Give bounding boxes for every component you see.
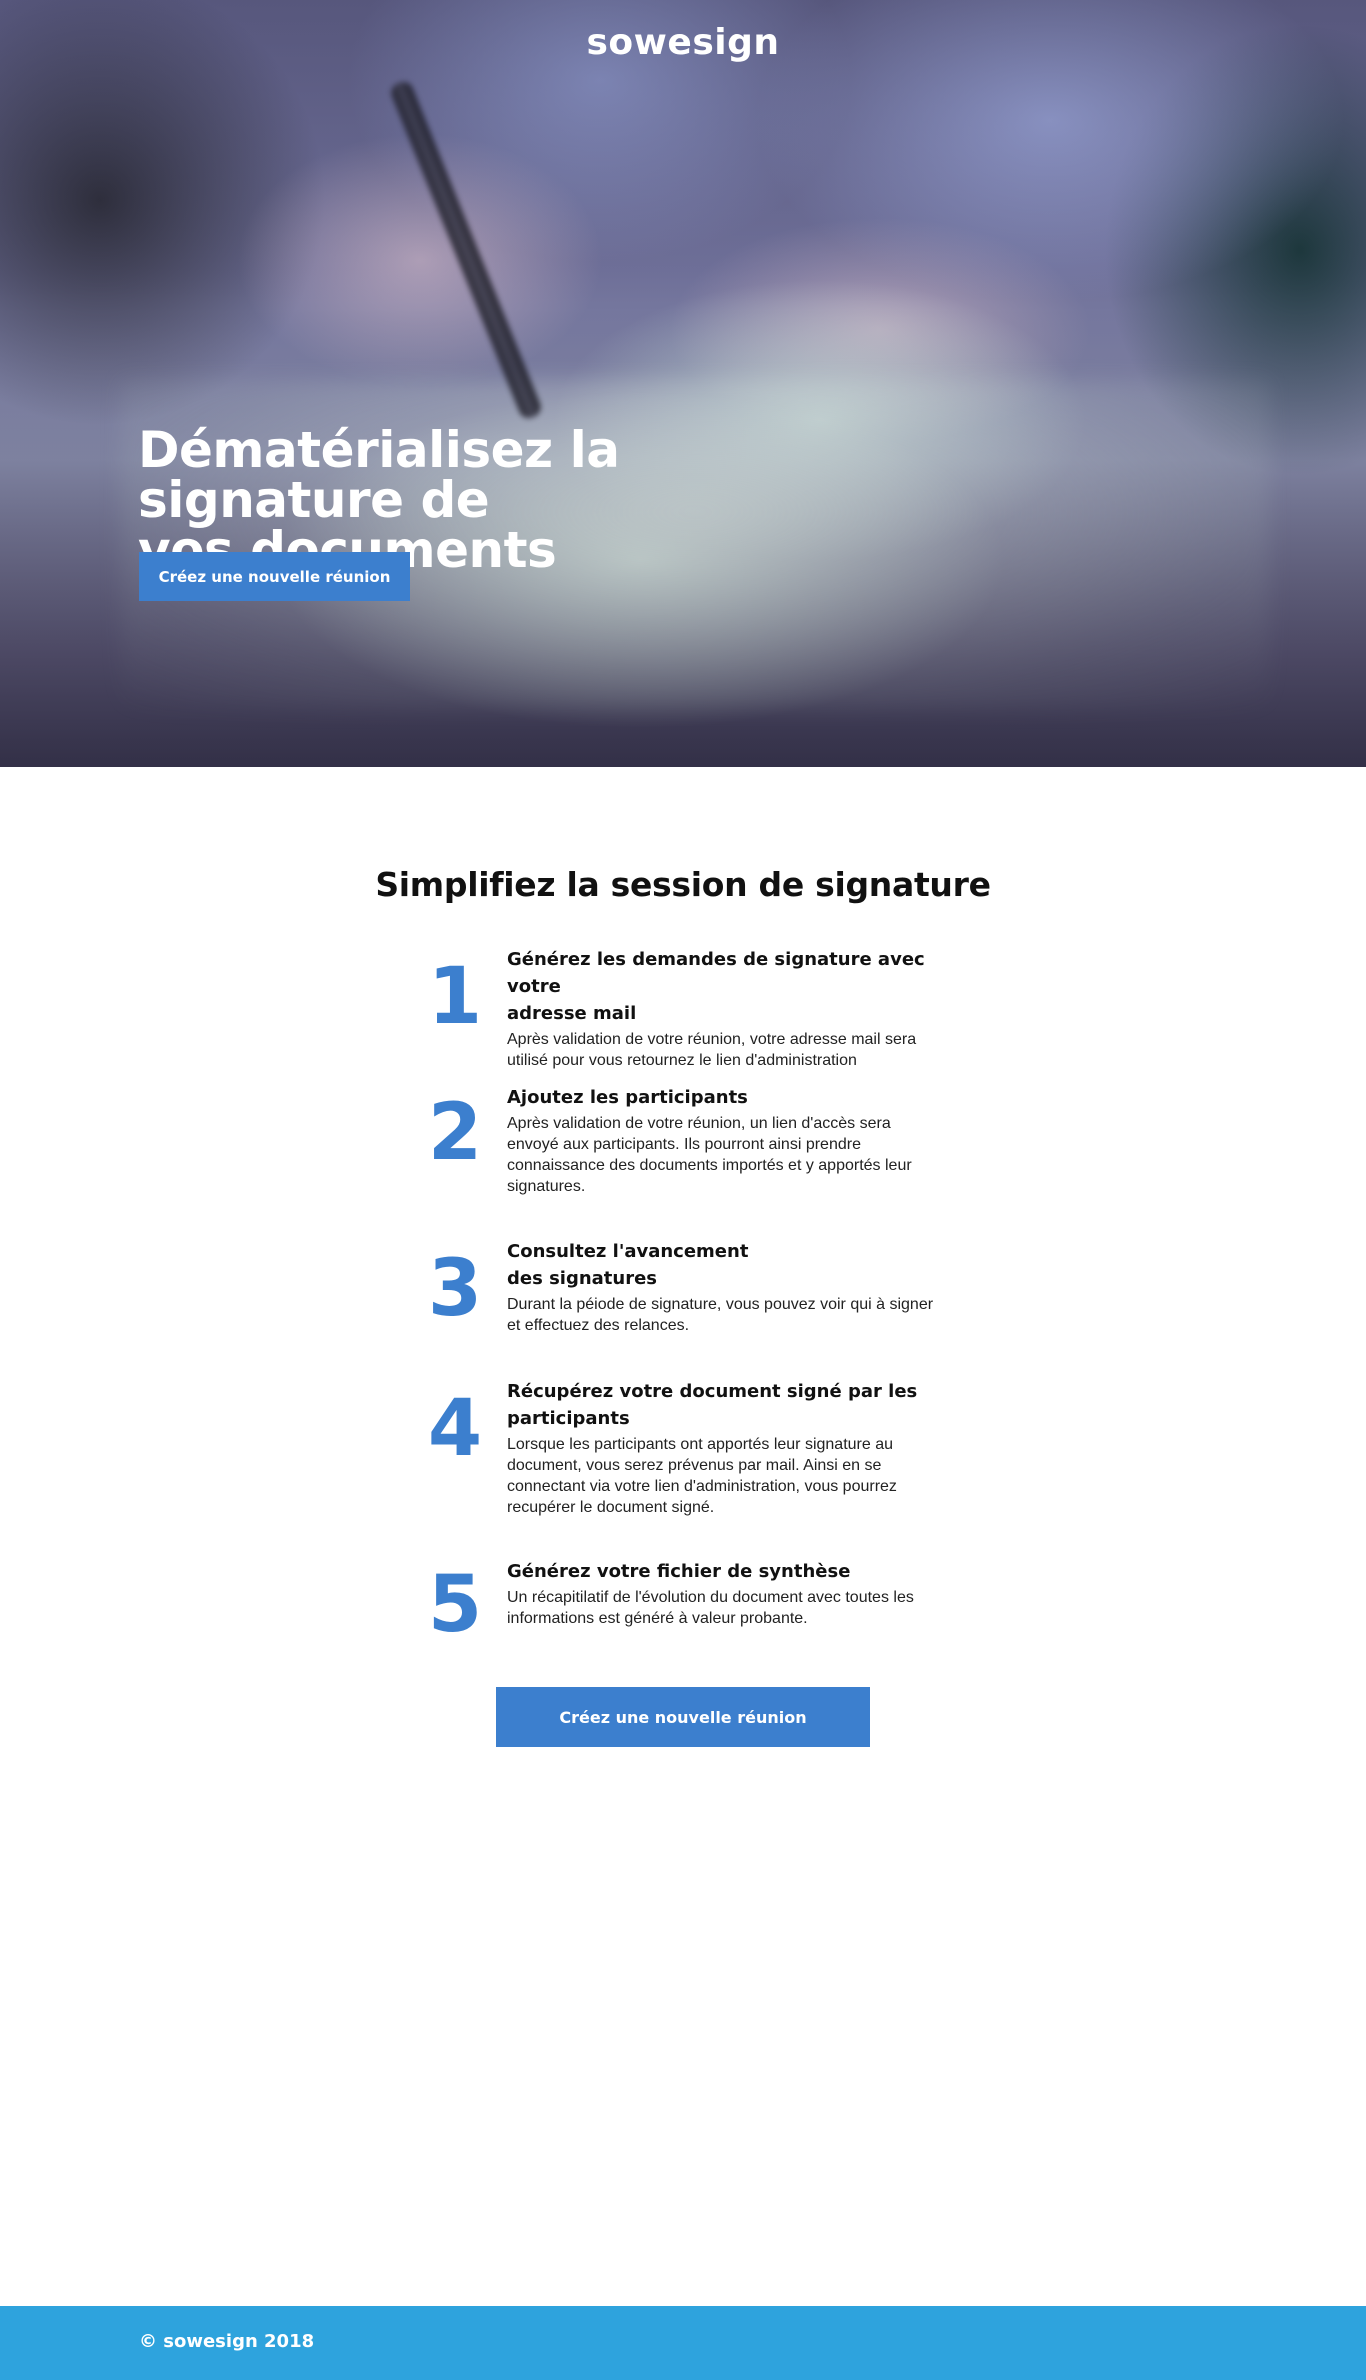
step-description-line: document, vous serez prévenus par mail. … (507, 1457, 882, 1474)
step-content: Générez votre fichier de synthèse Un réc… (507, 1558, 962, 1629)
step-description-line: connaissance des documents importés et y… (507, 1157, 912, 1174)
step-title-line: Ajoutez les participants (507, 1087, 748, 1108)
step-content: Générez les demandes de signature avec v… (507, 946, 962, 1071)
step-title: Générez les demandes de signature avec v… (507, 946, 962, 1027)
step-title: Générez votre fichier de synthèse (507, 1558, 962, 1585)
step-description-line: Après validation de votre réunion, votre… (507, 1031, 917, 1048)
step-number: 1 (427, 952, 483, 1042)
step-description-line: utilisé pour vous retournez le lien d'ad… (507, 1052, 857, 1069)
step-description-line: Un récapitilatif de l'évolution du docum… (507, 1589, 914, 1606)
step-title-line: Générez les demandes de signature avec v… (507, 949, 925, 997)
step-description-line: signatures. (507, 1178, 586, 1195)
step-description-line: Lorsque les participants ont apportés le… (507, 1436, 894, 1453)
step-title-line: participants (507, 1408, 630, 1429)
hero-title-line-1: Dématérialisez la signature de (138, 421, 620, 529)
step-title-line: Générez votre fichier de synthèse (507, 1561, 851, 1582)
step-content: Consultez l'avancement des signatures Du… (507, 1238, 962, 1336)
step-number: 2 (427, 1088, 483, 1178)
step-title-line: Récupérez votre document signé par les (507, 1381, 918, 1402)
hero-banner: sowesign Dématérialisez la signature de … (0, 0, 1366, 767)
step-description: Lorsque les participants ont apportés le… (507, 1434, 962, 1518)
step-description: Durant la péiode de signature, vous pouv… (507, 1294, 962, 1336)
step-number: 5 (427, 1560, 483, 1650)
step-content: Récupérez votre document signé par les p… (507, 1378, 962, 1518)
step-title: Récupérez votre document signé par les p… (507, 1378, 962, 1432)
step-description-line: recupérer le document signé. (507, 1499, 715, 1516)
step-title-line: des signatures (507, 1268, 658, 1289)
step-description: Après validation de votre réunion, un li… (507, 1113, 962, 1197)
step-description-line: envoyé aux participants. Ils pourront ai… (507, 1136, 861, 1153)
hero-create-meeting-button[interactable]: Créez une nouvelle réunion (139, 552, 410, 601)
create-meeting-button[interactable]: Créez une nouvelle réunion (496, 1687, 870, 1747)
step-description-line: informations est généré à valeur probant… (507, 1610, 808, 1627)
step-title-line: Consultez l'avancement (507, 1241, 749, 1262)
section-title: Simplifiez la session de signature (375, 865, 991, 904)
step-content: Ajoutez les participants Après validatio… (507, 1084, 962, 1197)
step-description: Un récapitilatif de l'évolution du docum… (507, 1587, 962, 1629)
step-description-line: connectant via votre lien d'administrati… (507, 1478, 897, 1495)
footer: © sowesign 2018 (0, 2306, 1366, 2380)
step-title: Ajoutez les participants (507, 1084, 962, 1111)
site-logo[interactable]: sowesign (0, 22, 1366, 63)
step-description-line: Durant la péiode de signature, vous pouv… (507, 1296, 934, 1313)
footer-copyright: © sowesign 2018 (139, 2331, 315, 2352)
step-number: 3 (427, 1244, 483, 1334)
step-number: 4 (427, 1384, 483, 1474)
hero-overlay (0, 0, 1366, 767)
step-description-line: et effectuez des relances. (507, 1317, 690, 1334)
step-title-line: adresse mail (507, 1003, 637, 1024)
step-title: Consultez l'avancement des signatures (507, 1238, 962, 1292)
step-description-line: Après validation de votre réunion, un li… (507, 1115, 891, 1132)
step-description: Après validation de votre réunion, votre… (507, 1029, 962, 1071)
